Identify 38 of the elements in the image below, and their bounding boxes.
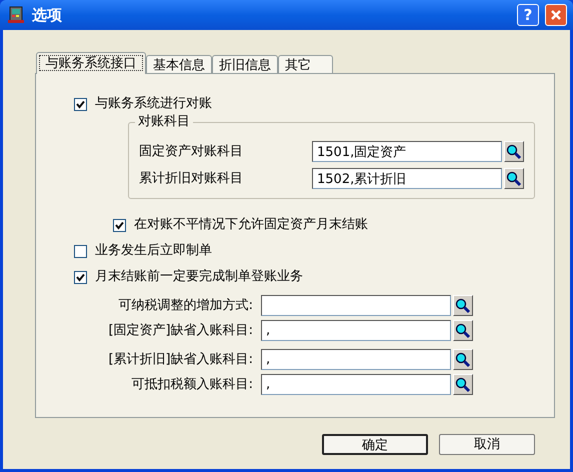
input-field[interactable]: , <box>261 374 451 395</box>
input-field[interactable]: , <box>261 349 451 370</box>
window-title: 选项 <box>32 4 63 26</box>
checkbox-label: 与账务系统进行对账 <box>95 95 212 114</box>
search-button[interactable] <box>453 374 473 395</box>
checkbox[interactable] <box>74 270 87 284</box>
checkbox[interactable] <box>74 244 87 258</box>
tab[interactable]: 折旧信息 <box>212 55 278 74</box>
field-label: [固定资产]缺省入账科目: <box>107 322 254 340</box>
checkbox[interactable] <box>113 218 126 232</box>
field-label: [累计折旧]缺省入账科目: <box>107 350 254 369</box>
search-button[interactable] <box>453 295 473 316</box>
field-label: 可纳税调整的增加方式: <box>118 296 254 315</box>
input-field[interactable] <box>261 295 451 316</box>
tab[interactable]: 其它 <box>278 55 333 74</box>
checkbox-label: 业务发生后立即制单 <box>95 242 212 260</box>
input-field[interactable]: 1502,累计折旧 <box>312 168 502 189</box>
checkbox-label: 在对账不平情况下允许固定资产月末结账 <box>134 216 368 234</box>
tab[interactable]: 基本信息 <box>146 55 212 74</box>
search-button[interactable] <box>504 141 524 162</box>
tab[interactable]: 与账务系统接口 <box>36 52 146 74</box>
input-field[interactable]: , <box>261 320 451 341</box>
field-label: 固定资产对账科目 <box>139 142 244 161</box>
checkbox-label: 月末结账前一定要完成制单登账业务 <box>95 268 303 286</box>
checkbox[interactable] <box>74 98 87 110</box>
dialog-button[interactable]: 确定 <box>322 434 428 455</box>
search-button[interactable] <box>453 320 473 341</box>
app-icon <box>6 5 26 25</box>
input-field[interactable]: 1501,固定资产 <box>312 141 502 162</box>
search-button[interactable] <box>453 349 473 370</box>
search-button[interactable] <box>504 168 524 189</box>
dialog-button[interactable]: 取消 <box>439 434 535 455</box>
group-title: 对账科目 <box>135 114 193 130</box>
help-button[interactable]: ? <box>517 4 539 26</box>
field-label: 累计折旧对账科目 <box>139 170 244 188</box>
close-button[interactable] <box>545 4 567 26</box>
field-label: 可抵扣税额入账科目: <box>130 376 254 394</box>
close-icon <box>550 9 562 21</box>
